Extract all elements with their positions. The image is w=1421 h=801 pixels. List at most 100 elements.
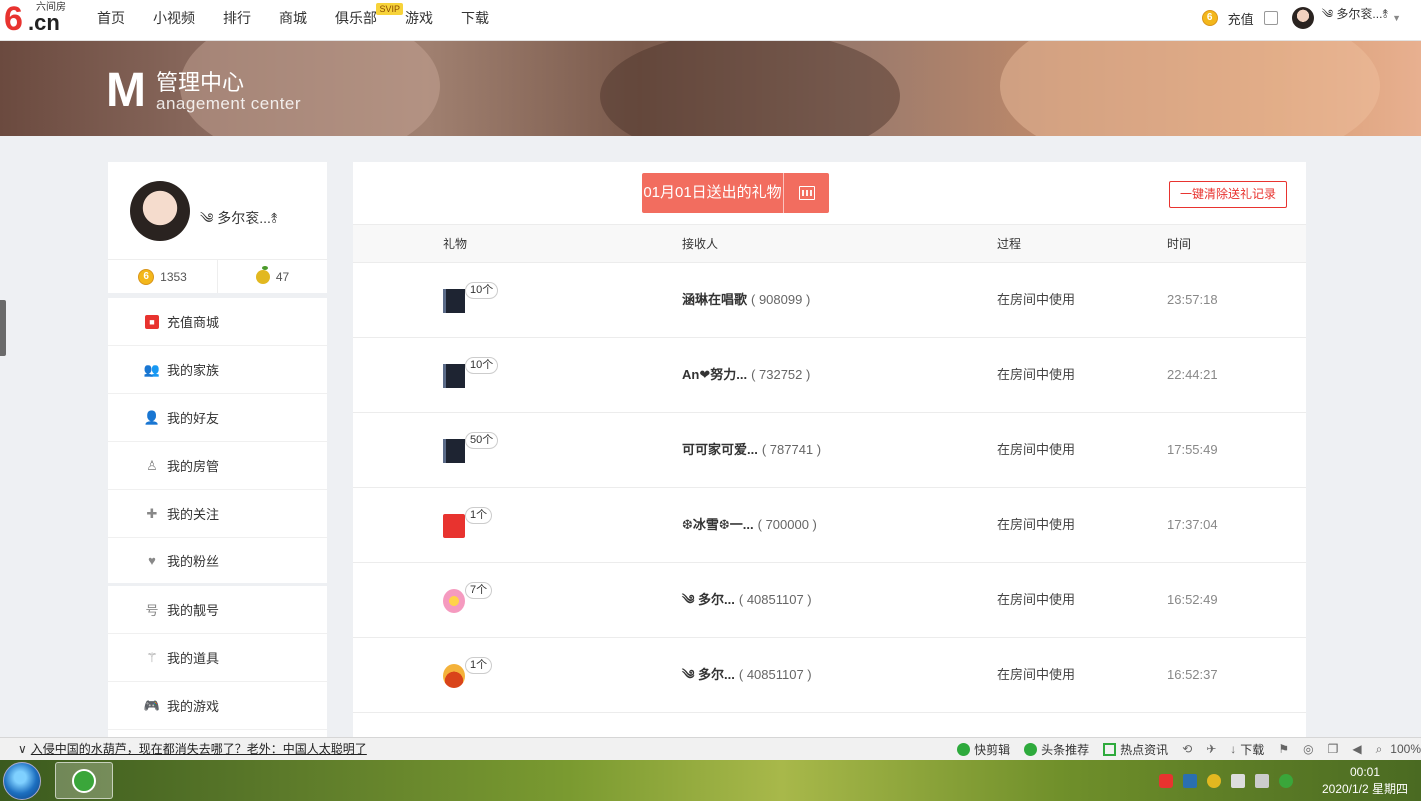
zoom-level[interactable]: 100% bbox=[1390, 742, 1421, 756]
banner-title: 管理中心 bbox=[156, 70, 245, 95]
receiver-id: ( 700000 ) bbox=[757, 517, 817, 532]
receiver: ❆冰雪❆一...( 700000 ) bbox=[682, 488, 817, 562]
taskbar-browser-button[interactable] bbox=[55, 762, 113, 799]
window-icon[interactable]: ❐ bbox=[1328, 742, 1339, 756]
receiver: 可可家可爱...( 787741 ) bbox=[682, 413, 821, 487]
username[interactable]: ༄ 多尔衮...⥉ bbox=[1322, 1, 1388, 35]
table-row: 1个 ༄ 多尔...( 40851107 ) 在房间中使用 16:52:37 bbox=[353, 638, 1306, 713]
time-text: 17:55:49 bbox=[1167, 442, 1218, 457]
date-selector[interactable]: 01月01日送出的礼物 bbox=[642, 173, 829, 213]
refresh-icon[interactable]: ⟲ bbox=[1182, 742, 1192, 756]
receiver-id: ( 787741 ) bbox=[761, 442, 822, 457]
shield-icon[interactable] bbox=[1183, 773, 1197, 788]
nav-download[interactable]: 下载 bbox=[461, 0, 489, 36]
process-text: 在房间中使用 bbox=[997, 517, 1076, 532]
receiver-name[interactable]: 可可家可爱... bbox=[682, 442, 758, 457]
nav-ranking[interactable]: 排行 bbox=[223, 0, 251, 36]
download-button[interactable]: ↓ 下载 bbox=[1230, 741, 1264, 758]
calendar-button[interactable] bbox=[783, 173, 829, 213]
gift-quantity: 10个 bbox=[465, 282, 499, 299]
system-tray: 00:01 2020/1/2 星期四 bbox=[1159, 760, 1421, 801]
shop-icon: ■ bbox=[145, 314, 159, 329]
avatar[interactable] bbox=[1291, 7, 1314, 29]
receiver-id: ( 732752 ) bbox=[751, 367, 811, 382]
banner-blur-shape bbox=[600, 41, 900, 136]
sidebar-item-fans[interactable]: ♥ 我的粉丝 bbox=[108, 538, 327, 586]
nav-short-video[interactable]: 小视频 bbox=[153, 0, 195, 36]
banner-m-letter: M bbox=[106, 64, 146, 117]
wand-icon: ⚚ bbox=[146, 649, 158, 665]
sidebar-item-special-number[interactable]: 号我的靓号 bbox=[108, 586, 327, 634]
gift-quantity: 1个 bbox=[465, 507, 493, 524]
status-tools: 快剪辑 头条推荐 热点资讯 ⟲ ✈ ↓ 下载 ⚑ ◎ ❐ ◀ ⌕ 100% bbox=[943, 738, 1421, 760]
security-icon[interactable] bbox=[1207, 773, 1221, 788]
coin-balance: 6 1353 bbox=[108, 260, 217, 293]
headline-button[interactable]: 头条推荐 bbox=[1024, 741, 1089, 758]
friend-icon: 👤 bbox=[143, 409, 161, 425]
play-icon bbox=[1024, 742, 1038, 756]
site-logo[interactable]: 6 六间房 .cn bbox=[4, 2, 72, 36]
clock-time: 00:01 bbox=[1349, 764, 1381, 779]
receiver-name[interactable]: 涵琳在唱歌 bbox=[682, 292, 747, 307]
avatar[interactable] bbox=[130, 181, 190, 241]
sidebar-item-room-managers[interactable]: ♙ 我的房管 bbox=[108, 442, 327, 490]
nav-club[interactable]: 俱乐部 SVIP bbox=[335, 0, 403, 36]
receiver: ༄ 多尔...( 40851107 ) bbox=[682, 638, 812, 712]
sidebar-item-family[interactable]: 👥 我的家族 bbox=[108, 346, 327, 394]
start-button[interactable] bbox=[3, 762, 41, 800]
browser-icon[interactable]: ◎ bbox=[1303, 742, 1313, 756]
svip-badge: SVIP bbox=[376, 3, 403, 15]
fruit-icon bbox=[255, 265, 270, 284]
sidebar-item-friends[interactable]: 👤 我的好友 bbox=[108, 394, 327, 442]
taskbar-clock[interactable]: 00:01 2020/1/2 星期四 bbox=[1309, 764, 1421, 798]
coin-icon: 6 bbox=[1201, 10, 1218, 26]
rocket-icon[interactable]: ✈ bbox=[1206, 742, 1216, 756]
coin-icon: 6 bbox=[138, 268, 155, 285]
gift-quantity: 10个 bbox=[465, 357, 499, 374]
chevron-down-icon[interactable]: ∨ bbox=[18, 742, 27, 756]
sogou-input-icon[interactable] bbox=[1159, 773, 1173, 788]
nav-home[interactable]: 首页 bbox=[97, 0, 125, 36]
news-link[interactable]: 入侵中国的水葫芦，现在都消失去哪了？老外：中国人太聪明了 bbox=[31, 742, 367, 756]
sidebar-item-recharge-mall[interactable]: ■ 充值商城 bbox=[108, 298, 327, 346]
process-text: 在房间中使用 bbox=[997, 292, 1076, 307]
receiver-name[interactable]: An❤努力... bbox=[682, 367, 747, 382]
sidebar-item-props[interactable]: ⚚ 我的道具 bbox=[108, 634, 327, 682]
nav-games[interactable]: 游戏 bbox=[405, 0, 433, 36]
tray-app-icon[interactable] bbox=[1279, 773, 1293, 788]
hot-news-button[interactable]: 热点资讯 bbox=[1103, 741, 1168, 758]
sidebar-item-label: 我的好友 bbox=[167, 411, 220, 426]
gift-fortune-icon bbox=[443, 514, 465, 538]
main-menu: 首页 小视频 排行 商城 俱乐部 SVIP 游戏 下载 bbox=[97, 0, 517, 36]
side-tab[interactable] bbox=[0, 300, 6, 356]
recharge-link[interactable]: 充值 bbox=[1228, 9, 1254, 28]
process-text: 在房间中使用 bbox=[997, 442, 1076, 457]
gift-record-panel: 01月01日送出的礼物 一键清除送礼记录 礼物 接收人 过程 时间 10个 涵琳… bbox=[353, 162, 1306, 737]
column-header-receiver: 接收人 bbox=[682, 237, 719, 251]
time-text: 22:44:21 bbox=[1167, 367, 1218, 382]
time-text: 16:52:49 bbox=[1167, 592, 1218, 607]
sidebar-item-label: 我的道具 bbox=[167, 651, 220, 666]
sidebar-item-following[interactable]: ✚ 我的关注 bbox=[108, 490, 327, 538]
receiver-name[interactable]: ❆冰雪❆一... bbox=[682, 517, 754, 532]
sidebar-item-label: 我的房管 bbox=[167, 459, 220, 474]
receiver-name[interactable]: ༄ 多尔... bbox=[682, 667, 735, 682]
sidebar-item-label: 充值商城 bbox=[167, 315, 220, 330]
sidebar-item-games[interactable]: 🎮 我的游戏 bbox=[108, 682, 327, 730]
news-ticker: ∨ 入侵中国的水葫芦，现在都消失去哪了？老外：中国人太聪明了 bbox=[18, 738, 367, 760]
zoom-icon[interactable]: ⌕ bbox=[1376, 742, 1383, 757]
clear-gift-records-button[interactable]: 一键清除送礼记录 bbox=[1168, 181, 1287, 208]
table-row: 10个 涵琳在唱歌 ( 908099 ) 在房间中使用 23:57:18 bbox=[353, 263, 1306, 338]
gamepad-icon: 🎮 bbox=[143, 697, 161, 713]
speaker-icon[interactable]: ◀ bbox=[1352, 742, 1361, 756]
edit-icon[interactable] bbox=[1263, 11, 1278, 25]
chevron-down-icon[interactable]: ▼ bbox=[1392, 13, 1401, 23]
headline-label: 头条推荐 bbox=[1041, 742, 1090, 757]
browser-status-bar: ∨ 入侵中国的水葫芦，现在都消失去哪了？老外：中国人太聪明了 快剪辑 头条推荐 热… bbox=[0, 737, 1421, 760]
network-icon[interactable] bbox=[1255, 773, 1269, 788]
receiver-name[interactable]: ༄ 多尔... bbox=[682, 592, 735, 607]
flag-icon[interactable]: ⚑ bbox=[1278, 742, 1289, 756]
quick-edit-button[interactable]: 快剪辑 bbox=[957, 741, 1010, 758]
nav-mall[interactable]: 商城 bbox=[279, 0, 307, 36]
volume-icon[interactable] bbox=[1231, 773, 1245, 788]
